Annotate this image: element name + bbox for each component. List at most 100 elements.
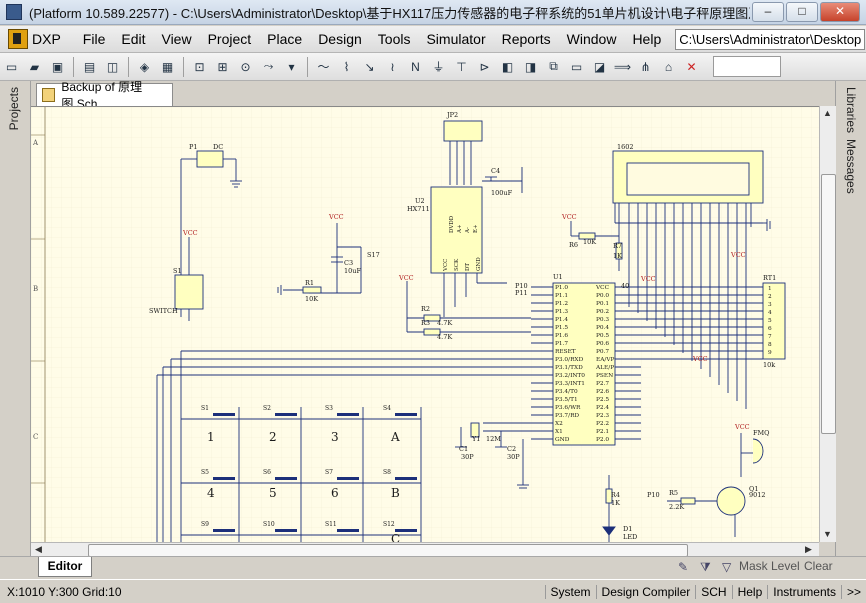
scroll-up-icon[interactable]: ▲: [823, 108, 832, 118]
horizontal-scrollbar[interactable]: ◀ ▶: [31, 542, 819, 557]
dropdown-arrow-icon[interactable]: ▾: [282, 57, 301, 76]
u1-right-pin-label: P0.3: [596, 317, 609, 323]
key-caption-label: B: [391, 486, 400, 500]
menu-reports[interactable]: Reports: [494, 31, 559, 47]
wire-icon[interactable]: 〜: [314, 57, 333, 76]
net-label-icon[interactable]: ≀: [383, 57, 402, 76]
tag-icon[interactable]: ⌂: [659, 57, 678, 76]
u1-right-pin-label: P2.6: [596, 389, 609, 395]
sheet-entry-icon[interactable]: ◨: [521, 57, 540, 76]
highlight-pen-icon[interactable]: ✎: [678, 560, 688, 574]
save-icon[interactable]: ▣: [48, 57, 67, 76]
no-erc-icon[interactable]: ✕: [682, 57, 701, 76]
print-preview-icon[interactable]: ◫: [103, 57, 122, 76]
c3-ref: C3: [344, 259, 353, 267]
panel-instruments-button[interactable]: Instruments: [767, 584, 841, 599]
u1-right-pin-label: ALE/P: [595, 365, 614, 371]
clear-button[interactable]: Clear: [804, 559, 833, 573]
r2-ref: R2: [421, 305, 430, 313]
sheet-symbol-icon[interactable]: ◧: [498, 57, 517, 76]
menu-window[interactable]: Window: [559, 31, 625, 47]
document-path-field[interactable]: C:\Users\Administrator\Desktop: [675, 28, 866, 50]
close-button[interactable]: ✕: [820, 2, 860, 22]
c2-value: 30P: [507, 453, 520, 461]
y1-ref: Y1: [471, 435, 480, 443]
projects-panel-tab[interactable]: Projects: [7, 87, 21, 130]
panel-sch-button[interactable]: SCH: [695, 584, 731, 599]
new-file-icon[interactable]: ▭: [2, 57, 21, 76]
menu-place[interactable]: Place: [259, 31, 310, 47]
editor-tab[interactable]: Editor: [38, 557, 92, 577]
menu-tools[interactable]: Tools: [370, 31, 419, 47]
directive-icon[interactable]: ⟹: [613, 57, 632, 76]
mask-level-button[interactable]: Mask Level: [739, 559, 800, 573]
toolbar-combo-field[interactable]: [713, 56, 781, 77]
bus-icon[interactable]: ⌇: [337, 57, 356, 76]
vcc-label: VCC: [561, 213, 577, 221]
key-ref-label: S3: [325, 405, 333, 412]
scroll-down-icon[interactable]: ▼: [823, 529, 832, 539]
u1-right-pin-label: P2.1: [596, 429, 609, 435]
dxp-menu[interactable]: DXP: [8, 29, 61, 49]
vcc-label: VCC: [398, 274, 414, 282]
rt1-pin-number: 1: [768, 286, 772, 292]
key-caption-label: A: [390, 430, 400, 444]
ground-icon[interactable]: ⏚: [429, 57, 448, 76]
minimize-button[interactable]: –: [752, 2, 784, 22]
panel-help-button[interactable]: Help: [731, 584, 768, 599]
schematic-sheet[interactable]: A B C P1 DC JP2 U2 HX711 C4 100uF C3 10u…: [31, 106, 819, 543]
menu-file[interactable]: File: [75, 31, 114, 47]
cursor-coordinates: X:1010 Y:300 Grid:10: [7, 584, 122, 599]
open-folder-icon[interactable]: ▰: [25, 57, 44, 76]
u1-right-pin-label: P0.5: [596, 333, 609, 339]
cross-probe-icon[interactable]: ⤳: [259, 57, 278, 76]
u1-left-pin-label: X1: [555, 429, 563, 435]
u1-right-pin-label: P0.7: [596, 349, 609, 355]
title-bar: (Platform 10.589.22577) - C:\Users\Admin…: [0, 0, 866, 25]
u1-left-pin-label: RESET: [555, 349, 576, 355]
component-icon[interactable]: ▦: [158, 57, 177, 76]
r7-value: 1K: [613, 252, 622, 260]
document-tab[interactable]: Backup of 原理图.Sch: [36, 80, 173, 111]
r6-value: 10K: [583, 238, 596, 246]
part-icon[interactable]: ⊳: [475, 57, 494, 76]
u1-left-pin-label: P1.0: [555, 285, 568, 291]
u1-right-pin-label: P2.4: [596, 405, 609, 411]
menu-design[interactable]: Design: [310, 31, 370, 47]
vcc-port-icon[interactable]: ⊤: [452, 57, 471, 76]
filter-icon[interactable]: ⧩: [700, 560, 711, 575]
menu-help[interactable]: Help: [624, 31, 669, 47]
libraries-panel-tab[interactable]: Libraries: [844, 87, 858, 133]
p1-value: DC: [213, 143, 223, 151]
panel-design-compiler-button[interactable]: Design Compiler: [595, 584, 696, 599]
harness-icon[interactable]: ⋔: [636, 57, 655, 76]
menu-edit[interactable]: Edit: [113, 31, 153, 47]
zoom-selected-icon[interactable]: ⊙: [236, 57, 255, 76]
vertical-scrollbar[interactable]: ▲ ▼: [819, 106, 836, 542]
port-icon[interactable]: ▭: [567, 57, 586, 76]
messages-panel-tab[interactable]: Messages: [844, 139, 858, 194]
vertical-scroll-thumb[interactable]: [821, 174, 836, 434]
scroll-right-icon[interactable]: ▶: [805, 544, 812, 555]
panel-system-button[interactable]: System: [544, 584, 596, 599]
r2-value: 4.7K: [437, 319, 452, 327]
net-icon[interactable]: N: [406, 57, 425, 76]
r4-value: 1K: [611, 499, 620, 507]
s1-switch-ref: S1: [173, 267, 182, 275]
key-ref-label: S1: [201, 405, 209, 412]
zoom-area-icon[interactable]: ⊞: [213, 57, 232, 76]
junction-icon[interactable]: ◪: [590, 57, 609, 76]
menu-simulator[interactable]: Simulator: [418, 31, 493, 47]
zoom-fit-icon[interactable]: ⊡: [190, 57, 209, 76]
filter-clear-icon[interactable]: ▽: [722, 560, 731, 574]
left-panel-strip: Projects: [0, 81, 31, 558]
panel-more-button[interactable]: >>: [840, 584, 866, 599]
layers-icon[interactable]: ◈: [135, 57, 154, 76]
menu-project[interactable]: Project: [200, 31, 260, 47]
device-sheet-icon[interactable]: ⧉: [544, 57, 563, 76]
bus-entry-icon[interactable]: ↘: [360, 57, 379, 76]
maximize-button[interactable]: □: [786, 2, 818, 22]
menu-view[interactable]: View: [153, 31, 199, 47]
scroll-left-icon[interactable]: ◀: [35, 544, 42, 555]
print-icon[interactable]: ▤: [80, 57, 99, 76]
